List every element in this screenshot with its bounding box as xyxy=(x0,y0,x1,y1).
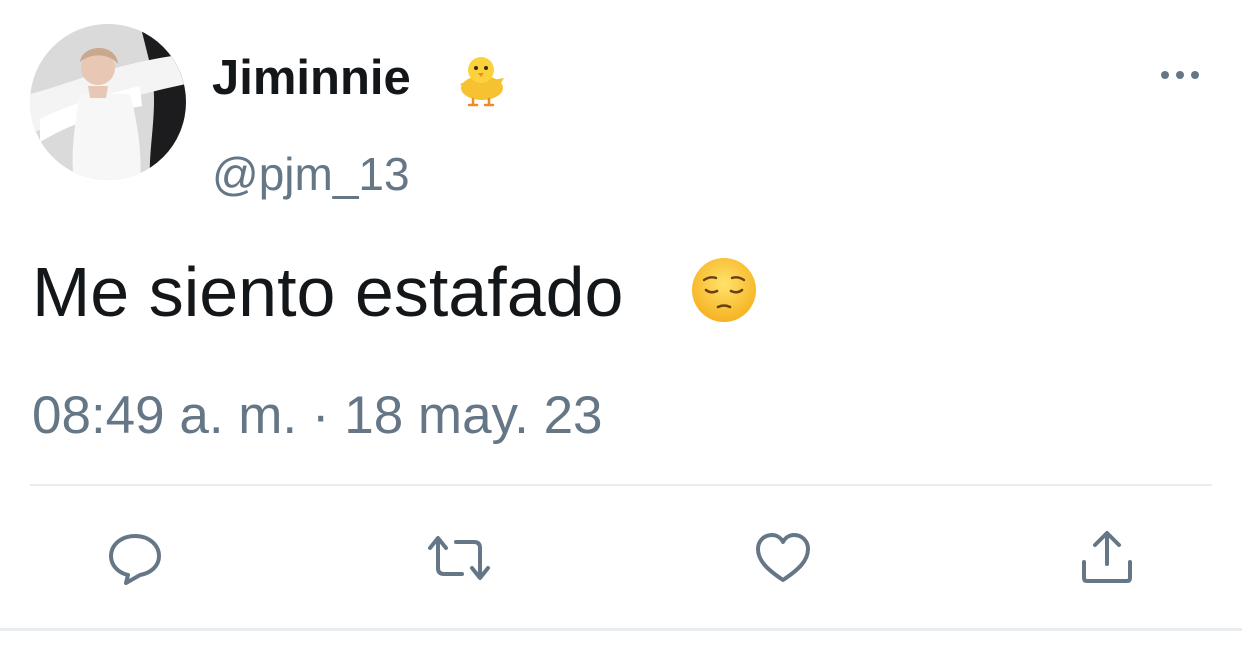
avatar[interactable] xyxy=(30,24,186,180)
reply-button[interactable] xyxy=(106,530,164,586)
retweet-button[interactable] xyxy=(426,530,490,586)
display-name[interactable]: Jiminnie xyxy=(212,48,411,108)
like-button[interactable] xyxy=(754,530,812,586)
tweet-text: Me siento estafado xyxy=(32,253,624,331)
reply-icon xyxy=(109,534,161,585)
heart-icon xyxy=(756,533,810,582)
more-options-icon[interactable] xyxy=(1156,60,1204,90)
divider xyxy=(30,484,1212,486)
tweet-card: Jiminnie @pjm_13 Me siento estafado 08:4… xyxy=(0,0,1242,648)
share-icon xyxy=(1082,531,1132,583)
username-handle[interactable]: @pjm_13 xyxy=(212,146,410,202)
share-button[interactable] xyxy=(1078,530,1136,586)
pensive-face-icon xyxy=(690,256,758,324)
tweet-timestamp[interactable]: 08:49 a. m. · 18 may. 23 xyxy=(32,384,603,448)
retweet-icon xyxy=(428,536,490,580)
chick-icon xyxy=(452,50,510,108)
bottom-divider xyxy=(0,628,1242,631)
